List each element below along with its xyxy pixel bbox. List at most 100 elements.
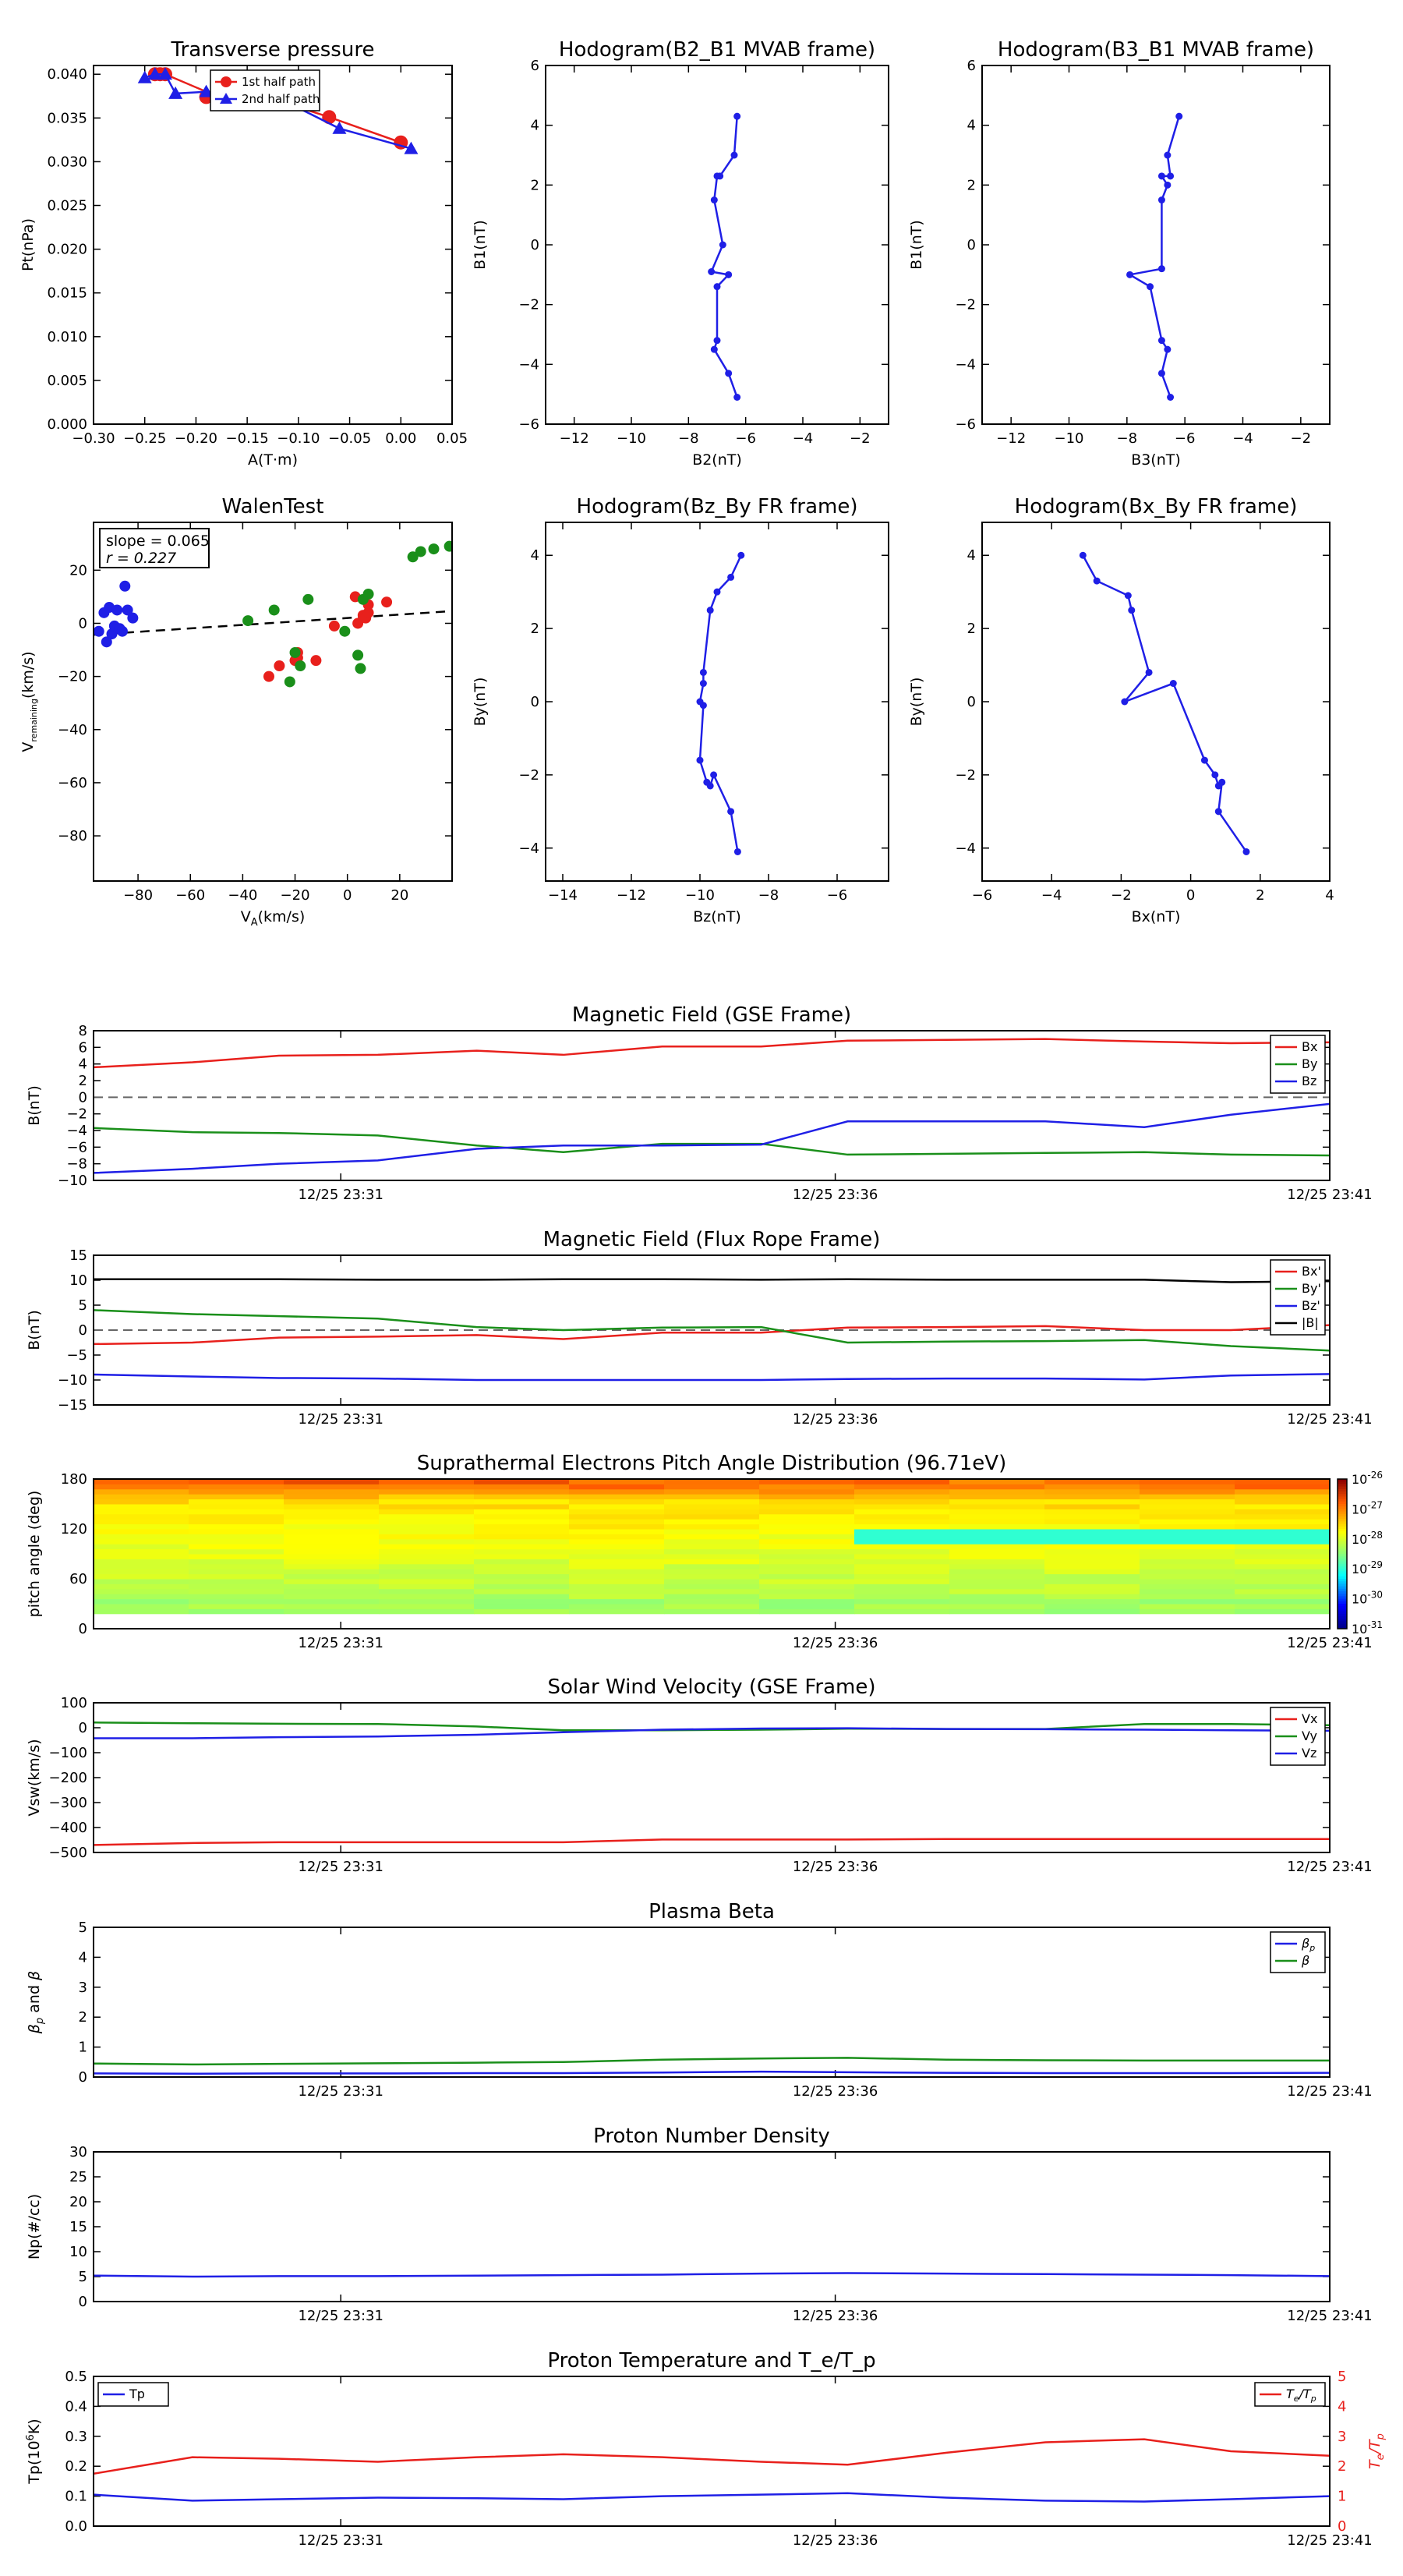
heatmap-cell: [474, 1504, 570, 1509]
colorbar-cell: [1338, 1521, 1347, 1525]
colorbar-cell: [1338, 1546, 1347, 1550]
heatmap-cell: [759, 1484, 855, 1490]
heatmap-cell: [854, 1573, 950, 1580]
heatmap-cell: [854, 1534, 950, 1540]
colorbar-cell: [1338, 1494, 1347, 1497]
panel-tpr: Proton Temperature and T_e/T_p 12/25 23:3…: [25, 2349, 1387, 2549]
x-tick-label: −6: [1175, 430, 1196, 447]
y-tick-label: 60: [69, 1571, 87, 1587]
colorbar-cell: [1338, 1556, 1347, 1559]
y-axis-label: pitch angle (deg): [26, 1491, 43, 1618]
heatmap-cell: [284, 1598, 380, 1605]
legend: Te/Tp: [1254, 2382, 1326, 2407]
plot-area: [94, 1479, 1330, 1615]
heatmap-cell: [189, 1579, 284, 1584]
colorbar-cell: [1338, 1559, 1347, 1562]
heatmap-cell: [474, 1563, 570, 1569]
x-tick-label: −2: [1291, 430, 1312, 447]
marker-point: [1145, 668, 1153, 676]
heatmap-cell: [379, 1538, 475, 1545]
series-line-Vz: [94, 1727, 1330, 1739]
x-tick-label: −12: [996, 430, 1026, 447]
y-tick-label: 4: [531, 118, 539, 134]
heatmap-cell: [949, 1519, 1045, 1525]
y-tick-label: 5: [79, 1297, 87, 1314]
heatmap-cell: [854, 1484, 950, 1490]
y-tick-label: −2: [955, 767, 976, 784]
heatmap-cell: [284, 1604, 380, 1609]
y-tick-label-right: 0: [1338, 2518, 1346, 2535]
heatmap-cell: [759, 1598, 855, 1605]
series-line-|B|: [94, 1278, 1330, 1283]
x-axis-label: A(T·m): [248, 451, 298, 469]
marker-point: [699, 702, 707, 709]
x-axis-label: Bz(nT): [693, 908, 740, 925]
y-tick-label: 0: [967, 694, 976, 710]
heatmap-cell: [94, 1554, 189, 1559]
heatmap-cell: [1235, 1594, 1330, 1600]
heatmap-cell: [379, 1604, 475, 1609]
heatmap-cell: [94, 1484, 189, 1490]
chart-title: Transverse pressure: [171, 38, 375, 62]
marker-point: [725, 271, 733, 278]
heatmap-cell: [664, 1538, 760, 1545]
heatmap-cell: [1044, 1488, 1140, 1495]
y-tick-label: −80: [58, 828, 87, 844]
heatmap-cell: [379, 1588, 475, 1594]
heatmap-cell: [664, 1519, 760, 1525]
heatmap-cell: [949, 1534, 1045, 1540]
heatmap-cell: [284, 1529, 380, 1534]
series-line-Bz: [94, 1102, 1330, 1174]
y-tick-label: 0.000: [47, 416, 87, 433]
scatter-point: [415, 546, 426, 557]
y-tick-label: 4: [531, 547, 539, 564]
heatmap-cell: [759, 1488, 855, 1495]
panel-h4: Hodogram(Bx_By FR frame) −6 −4 −2 0 2 4 −4 −2 0 2 4…: [908, 495, 1334, 925]
x-tick-label: 0.00: [385, 430, 416, 447]
y-tick-label: −40: [58, 722, 87, 738]
heatmap-cell: [94, 1608, 189, 1615]
heatmap-cell: [1235, 1534, 1330, 1540]
heatmap-cell: [854, 1544, 950, 1550]
heatmap-cell: [1140, 1494, 1235, 1500]
x-tick-label: 12/25 23:31: [298, 1635, 383, 1651]
heatmap-cell: [94, 1563, 189, 1569]
heatmap-cell: [664, 1598, 760, 1605]
heatmap-cell: [379, 1513, 475, 1520]
heatmap-cell: [94, 1538, 189, 1545]
marker-point: [1167, 172, 1175, 180]
heatmap-cell: [189, 1513, 284, 1520]
y-tick-label: 180: [61, 1471, 87, 1488]
y-tick-label: 0.1: [65, 2489, 87, 2505]
heatmap-cell: [284, 1554, 380, 1559]
colorbar-cell: [1338, 1619, 1347, 1622]
plot-area: [1126, 112, 1183, 401]
heatmap-cell: [569, 1604, 665, 1609]
heatmap-cell: [379, 1579, 475, 1584]
heatmap-cell: [1140, 1519, 1235, 1525]
heatmap-cell: [949, 1509, 1045, 1515]
heatmap-cell: [94, 1569, 189, 1575]
axes-frame: [93, 65, 453, 425]
marker-point: [1214, 808, 1222, 816]
y-tick-label: −400: [49, 1820, 87, 1836]
heatmap-cell: [759, 1504, 855, 1509]
chart-title: WalenTest: [222, 495, 324, 518]
x-tick-label: 12/25 23:36: [793, 1411, 878, 1428]
heatmap-cell: [379, 1519, 475, 1525]
heatmap-cell: [854, 1608, 950, 1615]
colorbar-cell: [1338, 1604, 1347, 1607]
marker-point: [730, 151, 738, 159]
heatmap-cell: [189, 1583, 284, 1590]
heatmap-cell: [569, 1479, 665, 1484]
y-tick-label: 120: [61, 1521, 87, 1537]
heatmap-cell: [94, 1604, 189, 1609]
heatmap-cell: [854, 1563, 950, 1569]
heatmap-cell: [379, 1548, 475, 1555]
heatmap-cell: [1044, 1583, 1140, 1590]
x-tick-label: −8: [678, 430, 699, 447]
heatmap-cell: [854, 1519, 950, 1525]
colorbar-cell: [1338, 1496, 1347, 1500]
heatmap-cell: [1235, 1479, 1330, 1484]
colorbar-cell: [1338, 1579, 1347, 1582]
